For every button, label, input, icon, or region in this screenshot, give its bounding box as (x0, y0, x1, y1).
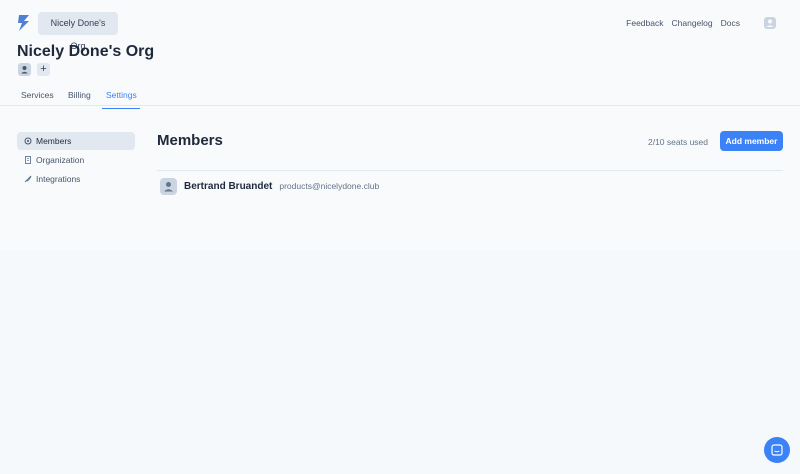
top-links: Feedback Changelog Docs (626, 18, 740, 28)
feedback-link[interactable]: Feedback (626, 18, 663, 28)
member-email: products@nicelydone.club (279, 181, 380, 191)
seats-used-text: 2/10 seats used (647, 137, 708, 147)
member-row[interactable]: Bertrand Bruandet products@nicelydone.cl… (160, 177, 380, 195)
app-logo-icon[interactable] (16, 14, 32, 32)
top-bar: Nicely Done's Org Feedback Changelog Doc… (0, 0, 800, 51)
chat-launcher-button[interactable] (764, 437, 790, 463)
content-background (0, 250, 800, 474)
user-icon (766, 19, 774, 27)
tab-bar: Services Billing Settings (0, 86, 800, 109)
member-avatar (160, 177, 177, 195)
org-switcher-button[interactable]: Nicely Done's Org (38, 12, 118, 51)
user-avatar[interactable] (764, 17, 776, 29)
sidebar-item-label: Members (36, 136, 72, 146)
add-member-button[interactable]: Add member (720, 131, 783, 151)
add-member-shortcut-button[interactable]: + (37, 63, 50, 76)
sidebar-item-organization[interactable]: Organization (17, 151, 135, 169)
docs-link[interactable]: Docs (721, 18, 740, 28)
user-icon (21, 66, 28, 74)
sidebar-item-members[interactable]: Members (17, 132, 135, 150)
section-title: Members (157, 132, 223, 149)
sidebar-item-integrations[interactable]: Integrations (17, 170, 135, 188)
feather-icon (24, 175, 32, 183)
plus-icon: + (40, 63, 47, 75)
org-members-avatars: + (18, 63, 50, 76)
gear-icon (24, 137, 32, 145)
member-name: Bertrand Bruandet (184, 180, 273, 192)
chat-icon (771, 444, 783, 456)
sidebar-item-label: Organization (36, 155, 85, 165)
tab-billing[interactable]: Billing (68, 90, 91, 108)
divider (157, 170, 783, 171)
tab-services[interactable]: Services (21, 90, 54, 108)
building-icon (25, 156, 31, 164)
tab-settings[interactable]: Settings (102, 90, 140, 109)
user-icon (164, 181, 173, 191)
sidebar-item-label: Integrations (36, 174, 81, 184)
member-avatar-small[interactable] (18, 63, 31, 76)
page-title: Nicely Done's Org (17, 43, 155, 60)
changelog-link[interactable]: Changelog (672, 18, 713, 28)
